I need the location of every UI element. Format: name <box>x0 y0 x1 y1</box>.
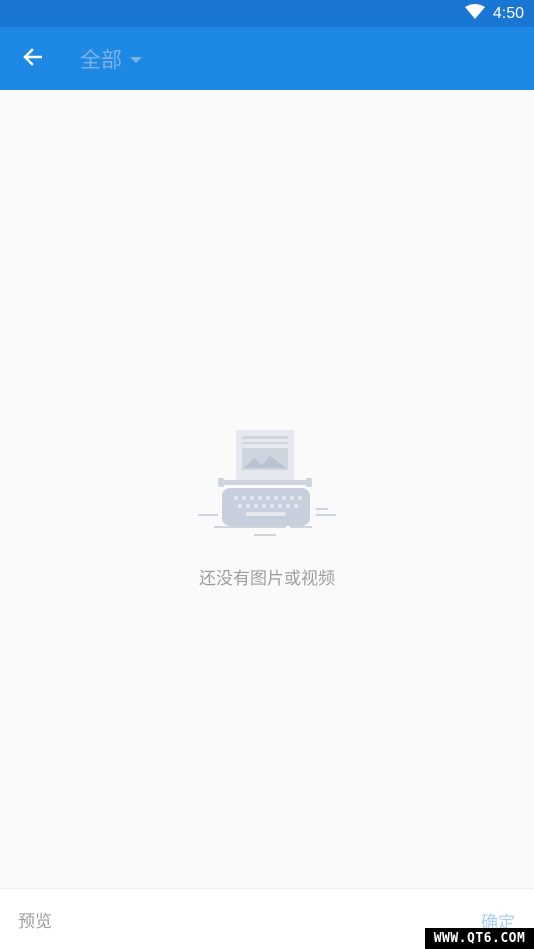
empty-state-message: 还没有图片或视频 <box>199 569 335 588</box>
app-bar: 全部 <box>0 27 534 90</box>
wifi-icon <box>464 3 485 24</box>
album-selector[interactable]: 全部 <box>80 44 142 74</box>
media-grid-area: 还没有图片或视频 <box>0 90 534 888</box>
album-title: 全部 <box>80 48 122 72</box>
typewriter-illustration <box>196 428 338 552</box>
preview-button[interactable]: 预览 <box>18 907 52 932</box>
back-button[interactable] <box>0 27 64 90</box>
status-time: 4:50 <box>492 4 524 22</box>
caret-down-icon <box>130 49 142 68</box>
arrow-back-icon <box>22 47 43 70</box>
watermark: WWW.QT6.COM <box>425 928 534 949</box>
status-bar: 4:50 <box>0 0 534 27</box>
